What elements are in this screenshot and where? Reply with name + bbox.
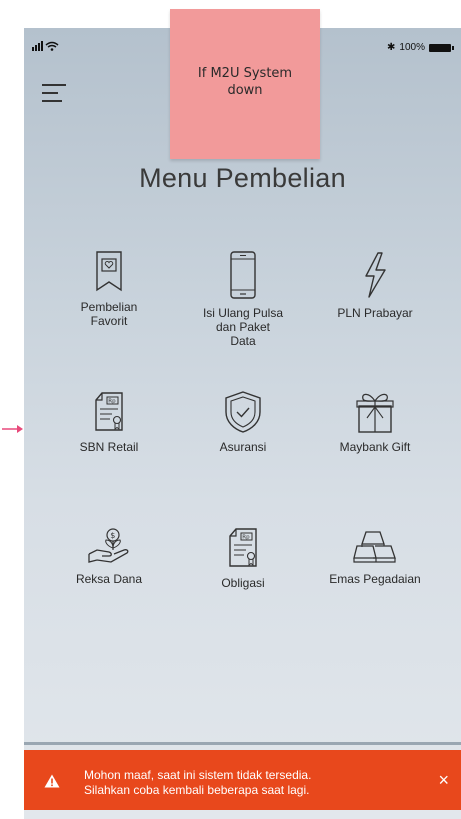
warning-icon xyxy=(44,774,60,788)
toast-line: Mohon maaf, saat ini sistem tidak tersed… xyxy=(84,768,312,782)
toast-line: Silahkan coba kembali beberapa saat lagi… xyxy=(84,783,310,797)
menu-label-line: PLN Prabayar xyxy=(337,306,413,320)
page-title: Menu Pembelian xyxy=(139,163,346,193)
menu-label-line: Emas Pegadaian xyxy=(329,572,421,586)
menu-label-line: Data xyxy=(230,334,256,348)
sticky-note-line: down xyxy=(227,83,263,98)
gift-icon xyxy=(356,393,394,433)
menu-label-line: Maybank Gift xyxy=(339,440,411,454)
smartphone-icon xyxy=(230,251,256,299)
menu-item-reksa-dana[interactable]: $ Reksa Dana xyxy=(44,526,174,586)
menu-item-asuransi[interactable]: Asuransi xyxy=(178,390,308,454)
bluetooth-icon: ✱ xyxy=(387,42,396,53)
battery-percent: 100% xyxy=(399,42,425,53)
menu-label-line: Isi Ulang Pulsa xyxy=(202,306,284,320)
hamburger-menu-icon[interactable] xyxy=(42,82,66,104)
lightning-icon xyxy=(365,252,386,298)
svg-text:Rp: Rp xyxy=(242,535,250,541)
menu-label-line: Asuransi xyxy=(219,440,267,454)
menu-label-line: Obligasi xyxy=(221,576,265,590)
hand-money-plant-icon: $ xyxy=(88,528,129,563)
menu-label-line: Pembelian xyxy=(80,300,138,314)
signal-wifi-icon xyxy=(32,40,62,55)
menu-label-line: Favorit xyxy=(90,314,128,328)
svg-text:$: $ xyxy=(110,531,115,540)
certificate-rp-icon: Rp xyxy=(95,392,123,431)
svg-text:Rp: Rp xyxy=(108,399,116,405)
gold-bars-icon xyxy=(353,531,396,563)
menu-item-pln-prabayar[interactable]: PLN Prabayar xyxy=(310,250,440,320)
divider xyxy=(24,742,461,745)
menu-item-isi-ulang-pulsa[interactable]: Isi Ulang Pulsa dan Paket Data xyxy=(178,250,308,348)
menu-item-maybank-gift[interactable]: Maybank Gift xyxy=(310,390,440,454)
error-toast: Mohon maaf, saat ini sistem tidak tersed… xyxy=(24,750,461,810)
close-icon[interactable]: × xyxy=(438,770,449,791)
battery-status: ✱ 100% xyxy=(387,42,454,53)
menu-label-line: Reksa Dana xyxy=(75,572,143,586)
battery-icon xyxy=(429,43,454,52)
menu-item-pembelian-favorit[interactable]: Pembelian Favorit xyxy=(44,250,174,328)
sticky-note-line: If M2U System xyxy=(197,66,293,81)
bookmark-heart-icon xyxy=(96,251,122,292)
annotation-arrow-icon xyxy=(2,425,23,433)
toast-message: Mohon maaf, saat ini sistem tidak tersed… xyxy=(84,768,311,798)
shield-check-icon xyxy=(225,391,261,433)
menu-item-sbn-retail[interactable]: Rp SBN Retail xyxy=(44,390,174,454)
certificate-rp-icon: Rp xyxy=(229,528,257,567)
menu-item-emas-pegadaian[interactable]: Emas Pegadaian xyxy=(310,526,440,586)
menu-label-line: SBN Retail xyxy=(79,440,139,454)
menu-item-obligasi[interactable]: Rp Obligasi xyxy=(178,526,308,590)
sticky-note-annotation: If M2U System down xyxy=(170,9,320,159)
menu-label-line: dan Paket xyxy=(215,320,271,334)
